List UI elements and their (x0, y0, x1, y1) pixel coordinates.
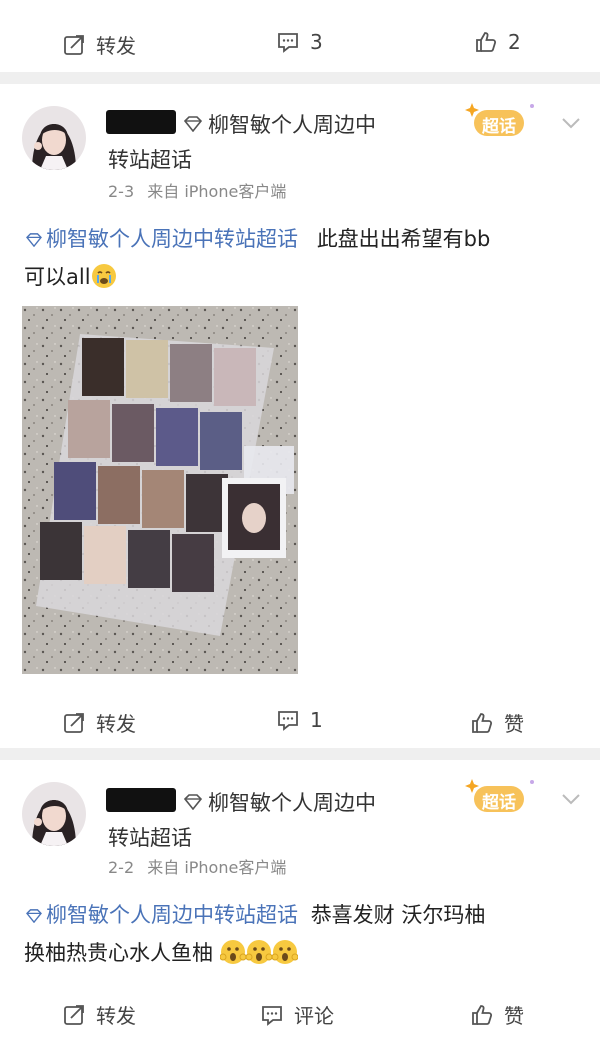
like-button[interactable]: 赞 (470, 1000, 524, 1029)
like-label: 赞 (504, 712, 524, 736)
post-body: 柳智敏个人周边中转站超话 此盘出出希望有bb 可以all (24, 220, 584, 296)
comment-button[interactable]: 3 (276, 30, 323, 54)
comment-button[interactable]: 评论 (260, 1000, 334, 1029)
avatar[interactable] (22, 106, 86, 170)
diamond-icon (183, 116, 203, 132)
repost-label: 转发 (96, 34, 136, 58)
topic-link[interactable]: 柳智敏个人周边中转站超话 (24, 903, 298, 927)
divider (0, 72, 600, 84)
scream-emoji-icon (245, 940, 272, 964)
post-meta: 2-3 来自 iPhone客户端 (108, 178, 286, 202)
topic-name-row[interactable]: 柳智敏个人周边中 (182, 787, 376, 817)
post-actionbar: 转发 1 赞 (0, 690, 600, 750)
repost-icon (64, 712, 84, 733)
super-topic-badge[interactable]: 超话 (460, 100, 536, 140)
crying-emoji-icon (91, 264, 116, 288)
like-button[interactable]: 2 (474, 30, 521, 54)
post-photo[interactable] (22, 306, 298, 674)
badge-label: 超话 (482, 117, 516, 137)
repost-label: 转发 (96, 1004, 136, 1028)
post-text: 此盘出出希望有bb (316, 227, 491, 251)
post-time: 2-2 (108, 858, 135, 877)
redacted-username (106, 788, 176, 812)
diamond-icon (26, 233, 42, 247)
post-source: 来自 iPhone客户端 (147, 182, 287, 201)
repost-button[interactable]: 转发 (62, 708, 136, 737)
prev-post-actionbar: 转发 3 2 (0, 0, 600, 72)
comment-icon (262, 1005, 282, 1026)
comment-count: 1 (310, 708, 323, 732)
topic-name: 柳智敏个人周边中 (208, 791, 376, 815)
avatar[interactable] (22, 782, 86, 846)
like-label: 赞 (504, 1004, 524, 1028)
repost-icon (64, 1004, 84, 1025)
post-text: 恭喜发财 沃尔玛柚 (310, 903, 486, 927)
diamond-icon (26, 909, 42, 923)
topic-suffix: 转站超话 (108, 148, 192, 172)
post-meta: 2-2 来自 iPhone客户端 (108, 854, 286, 878)
comment-button[interactable]: 1 (276, 708, 323, 732)
post-body: 柳智敏个人周边中转站超话 恭喜发财 沃尔玛柚 换柚热贵心水人鱼柚 (24, 896, 584, 972)
divider (0, 748, 600, 760)
post-card: 柳智敏个人周边中 转站超话 2-3 来自 iPhone客户端 超话 柳智敏个人周… (0, 84, 600, 748)
thumbs-up-icon (472, 712, 493, 733)
redacted-username (106, 110, 176, 134)
post-actionbar: 转发 评论 赞 (0, 982, 600, 1042)
scream-emoji-icon (219, 940, 246, 964)
topic-suffix: 转站超话 (108, 826, 192, 850)
repost-icon (64, 34, 84, 55)
post-text-line2: 换柚热贵心水人鱼柚 (24, 941, 213, 965)
post-text-line2: 可以all (24, 265, 91, 289)
chevron-down-icon[interactable] (560, 792, 582, 806)
super-topic-badge[interactable]: 超话 (460, 776, 536, 816)
post-card: 柳智敏个人周边中 转站超话 2-2 来自 iPhone客户端 超话 柳智敏个人周… (0, 760, 600, 1061)
repost-button[interactable]: 转发 (62, 1000, 136, 1029)
topic-link[interactable]: 柳智敏个人周边中转站超话 (24, 227, 298, 251)
chevron-down-icon[interactable] (560, 116, 582, 130)
like-button[interactable]: 赞 (470, 708, 524, 737)
badge-label: 超话 (482, 793, 516, 813)
repost-button[interactable]: 转发 (62, 30, 136, 59)
post-source: 来自 iPhone客户端 (147, 858, 287, 877)
post-time: 2-3 (108, 182, 135, 201)
diamond-icon (183, 794, 203, 810)
scream-emoji-icon (271, 940, 298, 964)
comment-label: 评论 (294, 1004, 334, 1028)
topic-name-row[interactable]: 柳智敏个人周边中 (182, 109, 376, 139)
thumbs-up-icon (476, 32, 497, 52)
repost-label: 转发 (96, 712, 136, 736)
comment-count: 3 (310, 30, 323, 54)
like-count: 2 (508, 30, 521, 54)
comment-icon (278, 33, 298, 53)
comment-icon (278, 711, 298, 731)
thumbs-up-icon (472, 1004, 493, 1025)
topic-name: 柳智敏个人周边中 (208, 113, 376, 137)
